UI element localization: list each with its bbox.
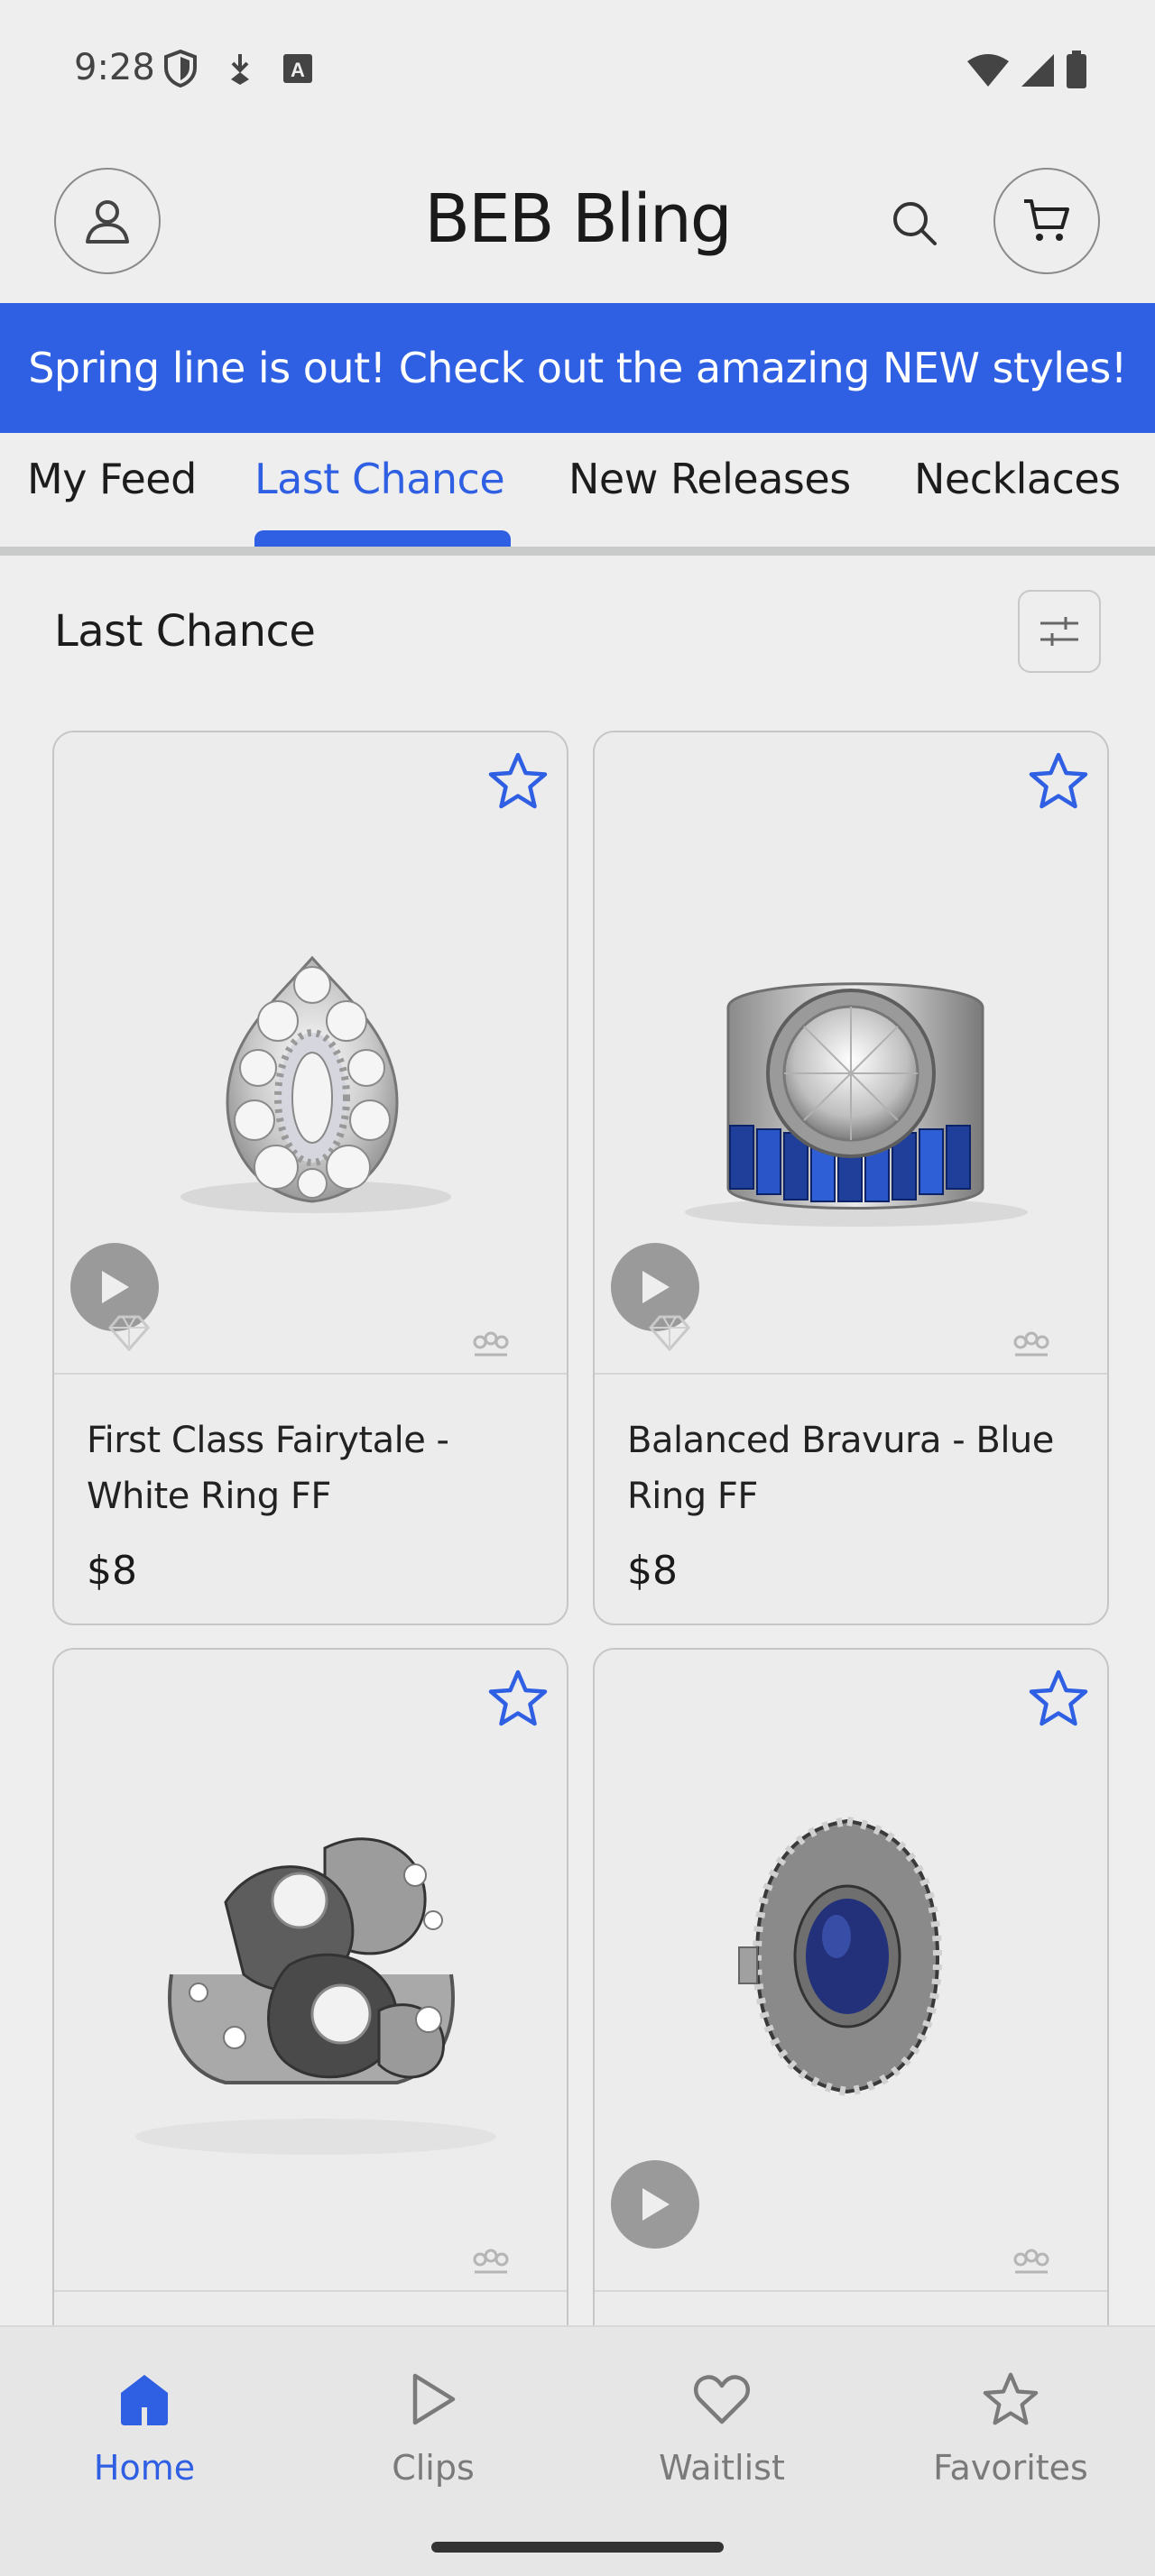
favorite-button[interactable]	[484, 1664, 552, 1733]
ring-image	[135, 1837, 496, 2155]
nav-label: Waitlist	[659, 2448, 785, 2488]
status-bar: 9:28 A	[0, 0, 1155, 135]
star-outline-icon	[1029, 752, 1088, 809]
product-price: $8	[627, 1548, 678, 1594]
home-icon	[121, 2375, 168, 2425]
product-image[interactable]	[595, 732, 1107, 1375]
product-image[interactable]	[54, 1650, 567, 2292]
play-icon	[412, 2373, 456, 2425]
section-title: Last Chance	[54, 606, 316, 657]
crown-badge-icon	[1013, 2249, 1049, 2274]
nav-label: Favorites	[933, 2448, 1088, 2488]
search-button[interactable]	[882, 191, 946, 254]
play-icon	[642, 1271, 670, 1303]
product-card[interactable]	[593, 1648, 1109, 2369]
product-image[interactable]	[54, 732, 567, 1375]
bottom-navigation: Home Clips Waitlist Favorites	[0, 2325, 1155, 2576]
product-card[interactable]: Balanced Bravura - Blue Ring FF $8	[593, 731, 1109, 1625]
favorite-button[interactable]	[1024, 1664, 1093, 1733]
nav-label: Home	[93, 2448, 196, 2488]
crown-badge-icon	[1013, 1331, 1049, 1357]
cart-button[interactable]	[993, 168, 1100, 274]
signal-icon	[1021, 54, 1054, 87]
home-gesture-bar[interactable]	[431, 2542, 724, 2553]
favorite-button[interactable]	[1024, 747, 1093, 815]
crown-badge-icon	[473, 2249, 509, 2274]
status-system-icons	[966, 51, 1088, 90]
star-outline-icon	[1029, 1670, 1088, 1726]
nav-clips[interactable]: Clips	[289, 2327, 578, 2507]
tab-new-releases[interactable]: New Releases	[568, 455, 851, 503]
crown-badge-icon	[473, 1331, 509, 1357]
play-icon	[642, 2188, 670, 2221]
diamond-badge-icon	[108, 1315, 150, 1352]
search-icon	[893, 202, 937, 245]
nav-label: Clips	[392, 2448, 475, 2488]
cart-icon	[1024, 199, 1069, 241]
nav-waitlist[interactable]: Waitlist	[578, 2327, 866, 2507]
play-icon	[102, 1271, 129, 1303]
download-icon	[231, 54, 249, 85]
status-notification-icons: A	[162, 49, 314, 88]
status-time: 9:28	[74, 47, 155, 88]
app-header: BEB Bling	[0, 135, 1155, 303]
category-tabs: My Feed Last Chance New Releases Necklac…	[0, 433, 1155, 556]
star-outline-icon	[488, 1670, 548, 1726]
shield-icon	[164, 49, 197, 88]
product-image[interactable]	[595, 1650, 1107, 2292]
wifi-icon	[967, 54, 1009, 87]
svg-text:A: A	[291, 59, 305, 81]
product-name[interactable]: Balanced Bravura - Blue Ring FF	[627, 1412, 1078, 1524]
product-card[interactable]: First Class Fairytale - White Ring FF $8	[52, 731, 568, 1625]
nav-favorites[interactable]: Favorites	[866, 2327, 1155, 2507]
product-card[interactable]	[52, 1648, 568, 2369]
app-title: BEB Bling	[424, 180, 733, 258]
star-outline-icon	[488, 752, 548, 809]
tab-necklaces[interactable]: Necklaces	[914, 455, 1121, 503]
filter-button[interactable]	[1018, 590, 1101, 673]
product-price: $8	[87, 1548, 137, 1594]
tab-last-chance[interactable]: Last Chance	[254, 455, 505, 503]
diamond-badge-icon	[649, 1315, 690, 1352]
star-icon	[983, 2372, 1039, 2425]
promo-banner[interactable]: Spring line is out! Check out the amazin…	[0, 303, 1155, 433]
active-tab-indicator	[254, 530, 511, 547]
text-app-icon: A	[283, 54, 312, 83]
favorite-button[interactable]	[484, 747, 552, 815]
heart-icon	[693, 2375, 751, 2424]
play-video-button[interactable]	[611, 2160, 699, 2249]
tab-my-feed[interactable]: My Feed	[27, 455, 197, 503]
product-name[interactable]: First Class Fairytale - White Ring FF	[87, 1412, 538, 1524]
battery-icon	[1067, 51, 1086, 88]
filter-sliders-icon	[1040, 617, 1078, 646]
nav-home[interactable]: Home	[0, 2327, 289, 2507]
